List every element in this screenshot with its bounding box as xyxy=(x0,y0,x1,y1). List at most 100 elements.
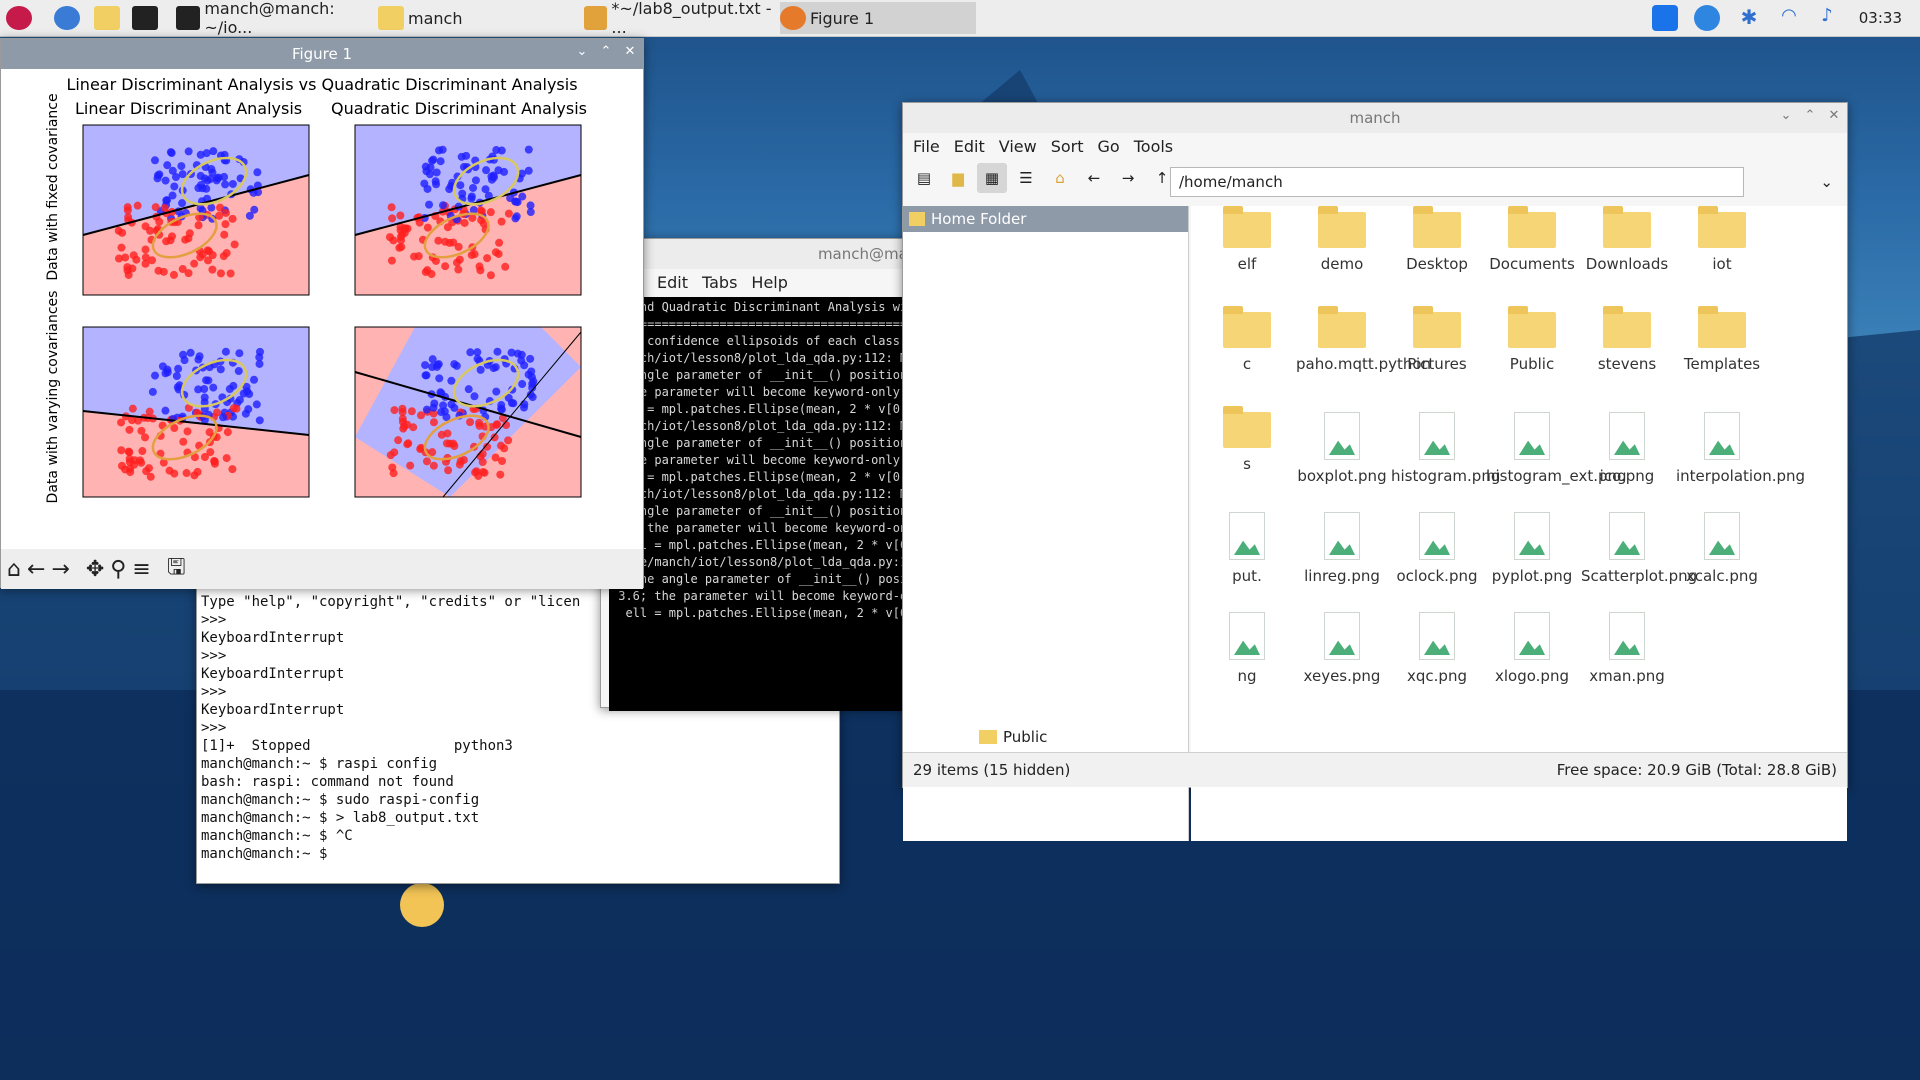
menu-edit[interactable]: Edit xyxy=(657,273,688,292)
back-icon[interactable]: ← xyxy=(1079,163,1109,193)
file-item[interactable]: paho.mqtt.python xyxy=(1296,306,1431,374)
file-item[interactable]: stevens xyxy=(1581,306,1673,374)
home-icon[interactable]: ⌂ xyxy=(7,557,21,582)
update-icon[interactable] xyxy=(1694,5,1720,31)
figure-toolbar: ⌂ ← → ✥ ⚲ ≡ 🖫 xyxy=(1,549,643,589)
terminal-line: manch@manch:~ $ ^C xyxy=(201,828,353,844)
close-icon[interactable]: ✕ xyxy=(623,44,637,59)
save-icon[interactable]: 🖫 xyxy=(167,550,186,588)
blue-point xyxy=(178,170,187,179)
taskbar-editor[interactable]: *~/lab8_output.txt - ... xyxy=(584,0,774,37)
figure-window: Figure 1 ⌄ ⌃ ✕ Linear Discriminant Analysi… xyxy=(0,38,644,589)
sidebar-item-public[interactable]: Public xyxy=(979,728,1047,746)
file-item[interactable]: boxplot.png xyxy=(1296,412,1388,486)
red-point xyxy=(232,404,241,413)
menu-go[interactable]: Go xyxy=(1098,137,1120,156)
chevron-down-icon[interactable]: ⌄ xyxy=(1820,173,1833,191)
menu-tools[interactable]: Tools xyxy=(1134,137,1173,156)
file-item[interactable]: linreg.png xyxy=(1296,512,1388,586)
bluetooth-icon[interactable]: ✱ xyxy=(1736,5,1762,31)
file-item[interactable]: pyplot.png xyxy=(1486,512,1578,586)
file-item[interactable]: Pictures xyxy=(1391,306,1483,374)
file-item[interactable]: Templates xyxy=(1676,306,1768,374)
menu-edit[interactable]: Edit xyxy=(954,137,985,156)
file-item[interactable]: ico.png xyxy=(1581,412,1673,486)
volume-icon[interactable]: ♪ xyxy=(1814,5,1840,31)
file-item[interactable]: iot xyxy=(1676,206,1768,274)
minimize-icon[interactable]: ⌄ xyxy=(1779,108,1793,123)
file-item[interactable]: Downloads xyxy=(1581,206,1673,274)
wifi-icon[interactable]: ◠ xyxy=(1776,5,1802,31)
file-item[interactable]: Documents xyxy=(1486,206,1578,274)
file-item[interactable]: oclock.png xyxy=(1391,512,1483,586)
blue-point xyxy=(235,349,244,358)
blue-point xyxy=(194,385,203,394)
file-item[interactable]: xeyes.png xyxy=(1296,612,1388,686)
red-point xyxy=(474,471,483,480)
file-item[interactable]: c xyxy=(1201,306,1293,374)
list-view-icon[interactable]: ☰ xyxy=(1011,163,1041,193)
red-point xyxy=(454,242,463,251)
close-icon[interactable]: ✕ xyxy=(1827,108,1841,123)
taskbar-figure[interactable]: Figure 1 xyxy=(780,2,976,34)
file-item[interactable]: histogram.png xyxy=(1391,412,1500,486)
blue-point xyxy=(177,162,186,171)
file-item[interactable]: xlogo.png xyxy=(1486,612,1578,686)
forward-icon[interactable]: → xyxy=(1113,163,1143,193)
file-item[interactable]: interpolation.png xyxy=(1676,412,1805,486)
menu-help[interactable]: Help xyxy=(751,273,787,292)
taskbar-filemanager[interactable]: manch xyxy=(378,2,578,34)
figure-canvas[interactable]: Linear Discriminant Analysis vs Quadrati… xyxy=(1,69,643,549)
blue-point xyxy=(202,376,211,385)
file-item[interactable]: Public xyxy=(1486,306,1578,374)
red-point xyxy=(389,236,398,245)
blue-point xyxy=(518,192,527,201)
file-item[interactable]: ng xyxy=(1201,612,1293,686)
minimize-icon[interactable]: ⌄ xyxy=(575,44,589,59)
clock[interactable]: 03:33 xyxy=(1859,9,1902,27)
red-point xyxy=(185,229,194,238)
forward-icon[interactable]: → xyxy=(51,557,69,582)
red-point xyxy=(141,433,150,442)
sidebar-item-home[interactable]: Home Folder xyxy=(903,206,1188,232)
file-item[interactable]: Desktop xyxy=(1391,206,1483,274)
icon-view-icon[interactable]: ▦ xyxy=(977,163,1007,193)
menu-sort[interactable]: Sort xyxy=(1051,137,1084,156)
blue-point xyxy=(428,156,437,165)
path-input[interactable]: /home/manch xyxy=(1170,167,1744,197)
zoom-icon[interactable]: ⚲ xyxy=(110,557,126,582)
file-item[interactable]: xman.png xyxy=(1581,612,1673,686)
filemanager-titlebar[interactable]: manch ⌄ ⌃ ✕ xyxy=(903,103,1847,133)
folder-icon xyxy=(378,6,404,30)
home-icon[interactable]: ⌂ xyxy=(1045,163,1075,193)
blue-point xyxy=(524,370,533,379)
vnc-icon[interactable] xyxy=(1652,5,1678,31)
file-item[interactable]: put. xyxy=(1201,512,1293,586)
file-item[interactable]: xcalc.png xyxy=(1676,512,1768,586)
menu-view[interactable]: View xyxy=(999,137,1037,156)
figure-titlebar[interactable]: Figure 1 ⌄ ⌃ ✕ xyxy=(1,39,643,69)
file-item[interactable]: xqc.png xyxy=(1391,612,1483,686)
red-point xyxy=(409,423,418,432)
taskbar-terminal[interactable]: manch@manch: ~/io... xyxy=(176,0,376,37)
menu-file[interactable]: File xyxy=(913,137,940,156)
configure-subplots-icon[interactable]: ≡ xyxy=(132,557,150,582)
terminal-launcher-icon[interactable] xyxy=(132,2,162,34)
file-item[interactable]: demo xyxy=(1296,206,1388,274)
file-item[interactable]: s xyxy=(1201,406,1293,474)
red-point xyxy=(208,251,217,260)
browser-launcher-icon[interactable] xyxy=(54,2,84,34)
blue-point xyxy=(493,347,502,356)
raspberry-menu-icon[interactable] xyxy=(6,2,36,34)
maximize-icon[interactable]: ⌃ xyxy=(599,44,613,59)
file-item[interactable]: histogram_ext.png xyxy=(1486,412,1627,486)
file-item[interactable]: elf xyxy=(1201,206,1293,274)
new-folder-icon[interactable]: ▆ xyxy=(943,163,973,193)
file-item[interactable]: Scatterplot.png xyxy=(1581,512,1697,586)
menu-tabs[interactable]: Tabs xyxy=(702,273,737,292)
back-icon[interactable]: ← xyxy=(27,557,45,582)
pan-icon[interactable]: ✥ xyxy=(86,557,104,582)
file-manager-launcher-icon[interactable] xyxy=(94,2,124,34)
new-window-icon[interactable]: ▤ xyxy=(909,163,939,193)
maximize-icon[interactable]: ⌃ xyxy=(1803,108,1817,123)
